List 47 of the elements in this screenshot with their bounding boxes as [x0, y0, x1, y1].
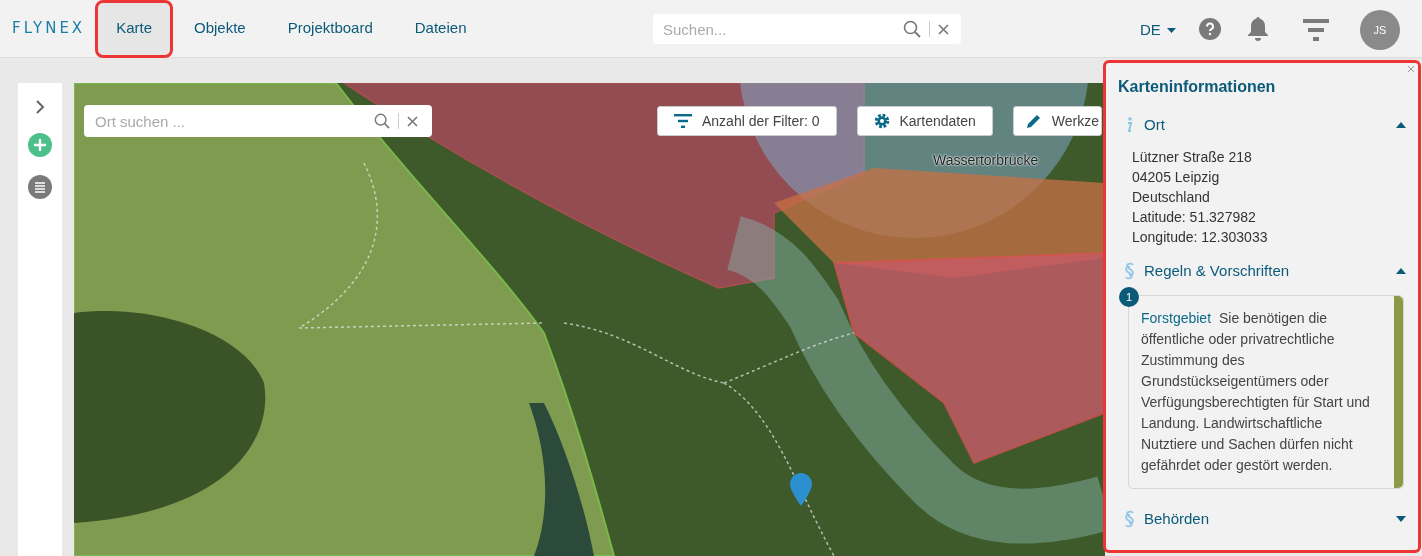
info-icon	[1125, 117, 1133, 133]
nav-tab[interactable]: Objekte	[173, 0, 267, 58]
filter-icon[interactable]	[1303, 19, 1329, 41]
address-line: Longitude: 12.303033	[1132, 228, 1269, 247]
bell-icon[interactable]	[1247, 16, 1269, 42]
section-header[interactable]: Regeln & Vorschriften	[1118, 259, 1406, 283]
logo: FLYNEX	[12, 18, 86, 40]
rule-title-link[interactable]: Forstgebiet	[1141, 310, 1212, 326]
map-toolbar-button[interactable]: Kartendaten	[856, 106, 993, 136]
close-icon[interactable]	[938, 23, 949, 35]
caret-up-icon	[1396, 268, 1406, 274]
gear-icon	[873, 113, 890, 129]
paragraph-icon	[1123, 510, 1135, 528]
address-line: Latitude: 51.327982	[1132, 208, 1257, 227]
rule-number-badge: 1	[1119, 287, 1139, 307]
filter-icon	[674, 114, 692, 128]
section-header[interactable]: Behörden	[1118, 507, 1406, 531]
search-icon[interactable]	[903, 20, 921, 38]
map-toolbar-button[interactable]: Anzahl der Filter: 0	[657, 106, 837, 136]
close-icon[interactable]	[1408, 66, 1414, 72]
address-line: Deutschland	[1132, 188, 1211, 207]
map-toolbar-button[interactable]: Werkze	[1012, 106, 1102, 136]
caret-up-icon	[1396, 122, 1406, 128]
chevron-right-icon[interactable]	[35, 99, 45, 115]
satellite-map-drawing[interactable]	[74, 83, 1105, 556]
address-line: Lützner Straße 218	[1132, 148, 1253, 167]
location-search-field[interactable]: Ort suchen ...	[84, 105, 432, 137]
section-header[interactable]: Ort	[1118, 113, 1406, 137]
close-icon[interactable]	[407, 115, 418, 127]
nav-tab[interactable]: Projektboard	[266, 0, 394, 58]
panel-title: Karteninformationen	[1118, 77, 1277, 97]
add-icon[interactable]	[28, 133, 52, 157]
language-dropdown[interactable]: DE	[1140, 19, 1176, 42]
caret-down-icon	[1396, 516, 1406, 522]
nav-tab[interactable]: Karte	[95, 0, 173, 58]
help-icon[interactable]	[1199, 18, 1221, 40]
caret-down-icon	[1166, 27, 1176, 33]
address-line: 04205 Leipzig	[1132, 168, 1221, 187]
map-pin-icon[interactable]	[790, 473, 812, 506]
search-field[interactable]: Suchen...	[653, 14, 961, 44]
pencil-icon	[1025, 113, 1042, 129]
paragraph-icon	[1123, 262, 1135, 280]
map-label: Wassertorbrücke	[933, 151, 1039, 170]
list-icon[interactable]	[28, 175, 52, 199]
rule-text: Forstgebiet Sie benötigen die öffentliche oder privatrechtliche Zustimmung des Grundstückseigentümers oder Verfügungsberechtigten für Start und Landung. Landwirtschaftliche Nutztiere und Sachen dürfen nicht gefährdet oder gestört werden.	[1140, 309, 1371, 475]
search-icon[interactable]	[374, 113, 390, 129]
nav-tab[interactable]: Dateien	[393, 0, 488, 58]
